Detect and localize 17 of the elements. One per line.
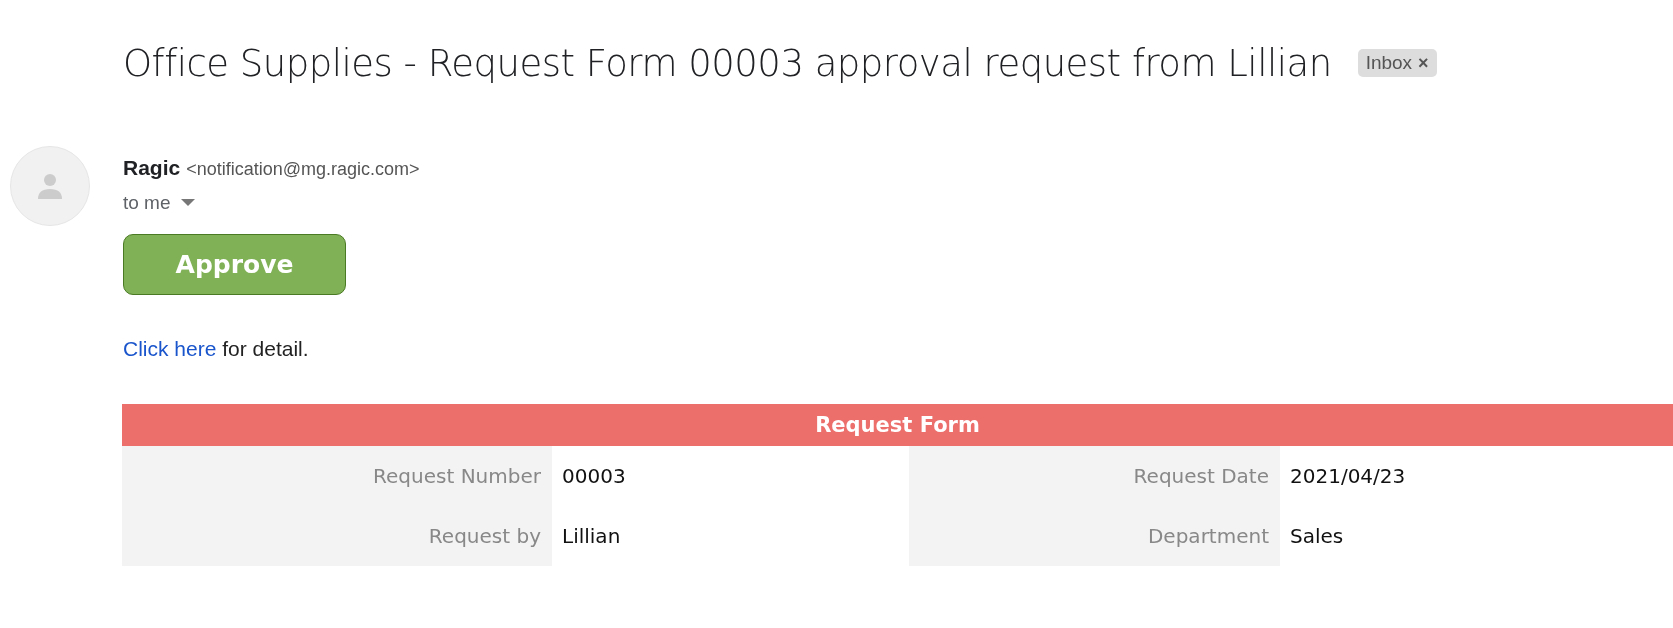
email-subject: Office Supplies - Request Form 00003 approval request from Lillian [123, 41, 1332, 85]
field-value: 2021/04/23 [1289, 463, 1407, 490]
detail-sentence: Click here for detail. [123, 337, 310, 361]
field-value: Sales [1289, 523, 1345, 550]
field-label: Request Date [909, 446, 1280, 506]
field-label: Department [909, 506, 1280, 566]
field-value: Lillian [561, 523, 622, 550]
field-label: Request by [122, 506, 552, 566]
field-value: 00003 [561, 463, 627, 490]
dropdown-caret-icon[interactable] [180, 199, 195, 207]
form-header: Request Form [122, 404, 1673, 446]
sender-email: <notification@mg.ragic.com> [186, 159, 420, 180]
recipient-label: to me [123, 192, 171, 214]
field-label: Request Number [122, 446, 552, 506]
label-chip[interactable]: Inbox × [1357, 49, 1437, 77]
detail-link[interactable]: Click here [123, 337, 217, 360]
sender-name: Ragic [123, 156, 181, 180]
